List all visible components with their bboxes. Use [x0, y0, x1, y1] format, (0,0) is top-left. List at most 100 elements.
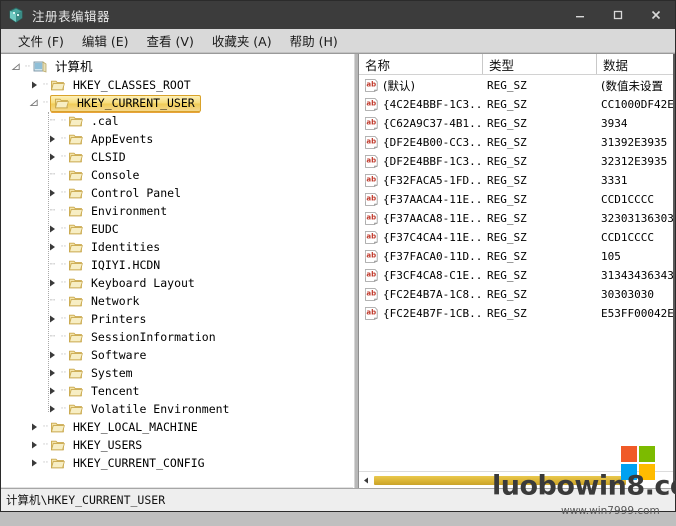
string-value-icon: ab — [364, 192, 379, 207]
expand-arrow-icon[interactable] — [27, 454, 41, 472]
minimize-button[interactable] — [561, 1, 599, 29]
maximize-button[interactable] — [599, 1, 637, 29]
svg-text:ab: ab — [366, 176, 376, 184]
value-data: 31343436343 — [601, 269, 673, 282]
tree-node-console[interactable]: ┈ ·· Console — [1, 166, 353, 184]
menu-favorites[interactable]: 收藏夹 (A) — [203, 29, 281, 53]
column-header-data[interactable]: 数据 — [597, 54, 673, 74]
tree-node-control-panel[interactable]: ·· Control Panel — [1, 184, 353, 202]
tree-gap-dots: ·· — [42, 422, 49, 432]
column-header-type[interactable]: 类型 — [483, 54, 597, 74]
value-row[interactable]: ab {F32FACA5-1FD... REG_SZ 3331 — [359, 171, 673, 190]
string-value-icon: ab — [364, 249, 379, 264]
folder-icon — [68, 402, 84, 416]
status-bar: 计算机\HKEY_CURRENT_USER — [1, 488, 675, 511]
tree-node-volatile-environment[interactable]: ·· Volatile Environment — [1, 400, 353, 418]
horizontal-scrollbar[interactable] — [359, 471, 673, 488]
value-name: {4C2E4BBF-1C3... — [383, 98, 483, 111]
registry-tree-pane[interactable]: ·· 计算机 ·· HKEY_CLASSES_ROOT ·· HKEY_CURRENT_U… — [1, 54, 354, 488]
tree-node-hkey-users[interactable]: ·· HKEY_USERS — [1, 436, 353, 454]
tree-node-system[interactable]: ·· System — [1, 364, 353, 382]
svg-text:ab: ab — [366, 252, 376, 260]
tree-node-label: Control Panel — [91, 186, 182, 200]
tree-node-iqiyi-hcdn[interactable]: ┈ ·· IQIYI.HCDN — [1, 256, 353, 274]
expand-arrow-icon[interactable] — [27, 418, 41, 436]
tree-node-content: HKEY_CLASSES_ROOT — [50, 78, 193, 92]
values-list-pane[interactable]: 名称 类型 数据 ab (默认) REG_SZ (数值未设置 ab {4C2E4BBF-1… — [359, 54, 675, 488]
value-row[interactable]: ab {DF2E4BBF-1C3... REG_SZ 32312E3935 — [359, 152, 673, 171]
collapse-arrow-icon[interactable] — [9, 58, 23, 76]
tree-gap-dots: ·· — [60, 404, 67, 414]
value-row[interactable]: ab (默认) REG_SZ (数值未设置 — [359, 76, 673, 95]
folder-icon — [68, 114, 84, 128]
taskbar-strip — [0, 512, 676, 526]
menu-file[interactable]: 文件 (F) — [9, 29, 73, 53]
value-row[interactable]: ab {DF2E4B00-CC3... REG_SZ 31392E3935 — [359, 133, 673, 152]
close-button[interactable] — [637, 1, 675, 29]
tree-gap-dots: ·· — [60, 134, 67, 144]
tree-node-content: 计算机 — [32, 60, 95, 74]
tree-node-network[interactable]: ┈ ·· Network — [1, 292, 353, 310]
value-row[interactable]: ab {F37AACA4-11E... REG_SZ CCD1CCCC — [359, 190, 673, 209]
column-header-name[interactable]: 名称 — [359, 54, 483, 74]
value-type: REG_SZ — [487, 231, 527, 244]
value-name: {FC2E4B7F-1CB... — [383, 307, 483, 320]
value-row[interactable]: ab {F3CF4CA8-C1E... REG_SZ 31343436343 — [359, 266, 673, 285]
tree-node-content: Software — [68, 348, 148, 362]
horizontal-scrollbar-thumb[interactable] — [374, 475, 626, 485]
tree-node-tencent[interactable]: ·· Tencent — [1, 382, 353, 400]
value-row[interactable]: ab {FC2E4B7F-1CB... REG_SZ E53FF00042E — [359, 304, 673, 323]
registry-editor-icon — [7, 6, 25, 24]
value-data: 3331 — [601, 174, 628, 187]
menu-view[interactable]: 查看 (V) — [138, 29, 203, 53]
tree-gap-dots: ·· — [60, 368, 67, 378]
value-row[interactable]: ab {C62A9C37-4B1... REG_SZ 3934 — [359, 114, 673, 133]
tree-node-hkey-local-machine[interactable]: ·· HKEY_LOCAL_MACHINE — [1, 418, 353, 436]
value-row[interactable]: ab {F37C4CA4-11E... REG_SZ CCD1CCCC — [359, 228, 673, 247]
tree-node-identities[interactable]: ·· Identities — [1, 238, 353, 256]
expand-arrow-icon[interactable] — [27, 436, 41, 454]
tree-gap-dots: ·· — [60, 206, 67, 216]
value-row[interactable]: ab {F37AACA8-11E... REG_SZ 32303136303 — [359, 209, 673, 228]
menu-edit[interactable]: 编辑 (E) — [73, 29, 138, 53]
tree-node-eudc[interactable]: ·· EUDC — [1, 220, 353, 238]
string-value-icon: ab — [364, 306, 379, 321]
svg-text:ab: ab — [366, 119, 376, 127]
value-row[interactable]: ab {F37FACA0-11D... REG_SZ 105 — [359, 247, 673, 266]
tree-node-label: Environment — [91, 204, 168, 218]
tree-node-clsid[interactable]: ·· CLSID — [1, 148, 353, 166]
tree-node-cal[interactable]: ┈ ·· .cal — [1, 112, 353, 130]
collapse-arrow-icon[interactable] — [27, 94, 41, 112]
expand-arrow-icon[interactable] — [27, 76, 41, 94]
tree-node-hkey-current-config[interactable]: ·· HKEY_CURRENT_CONFIG — [1, 454, 353, 472]
tree-node-environment[interactable]: ┈ ·· Environment — [1, 202, 353, 220]
value-name: {C62A9C37-4B1... — [383, 117, 483, 130]
status-path: 计算机\HKEY_CURRENT_USER — [6, 493, 166, 507]
tree-gap-dots: ·· — [42, 440, 49, 450]
string-value-icon: ab — [364, 230, 379, 245]
tree-node-hkey-current-user[interactable]: ·· HKEY_CURRENT_USER — [1, 94, 353, 112]
value-type: REG_SZ — [487, 98, 527, 111]
value-data: CC1000DF42E — [601, 98, 673, 111]
menu-help[interactable]: 帮助 (H) — [281, 29, 347, 53]
value-row[interactable]: ab {4C2E4BBF-1C3... REG_SZ CC1000DF42E — [359, 95, 673, 114]
tree-node-printers[interactable]: ·· Printers — [1, 310, 353, 328]
content-area: ·· 计算机 ·· HKEY_CLASSES_ROOT ·· HKEY_CURRENT_U… — [1, 53, 675, 488]
tree-node-keyboard-layout[interactable]: ·· Keyboard Layout — [1, 274, 353, 292]
tree-node-appevents[interactable]: ·· AppEvents — [1, 130, 353, 148]
tree-node-label: CLSID — [91, 150, 126, 164]
tree-node-[interactable]: ·· 计算机 — [1, 58, 353, 76]
tree-node-sessioninformation[interactable]: ┈ ·· SessionInformation — [1, 328, 353, 346]
scroll-left-arrow-icon[interactable] — [359, 473, 373, 487]
value-row[interactable]: ab {FC2E4B7A-1C8... REG_SZ 30303030 — [359, 285, 673, 304]
value-type: REG_SZ — [487, 269, 527, 282]
tree-node-label: Keyboard Layout — [91, 276, 195, 290]
folder-icon — [68, 366, 84, 380]
value-type: REG_SZ — [487, 174, 527, 187]
window-title: 注册表编辑器 — [32, 8, 111, 24]
svg-text:ab: ab — [366, 290, 376, 298]
tree-node-content: AppEvents — [68, 132, 155, 146]
tree-node-hkey-classes-root[interactable]: ·· HKEY_CLASSES_ROOT — [1, 76, 353, 94]
tree-node-software[interactable]: ·· Software — [1, 346, 353, 364]
folder-icon — [68, 330, 84, 344]
